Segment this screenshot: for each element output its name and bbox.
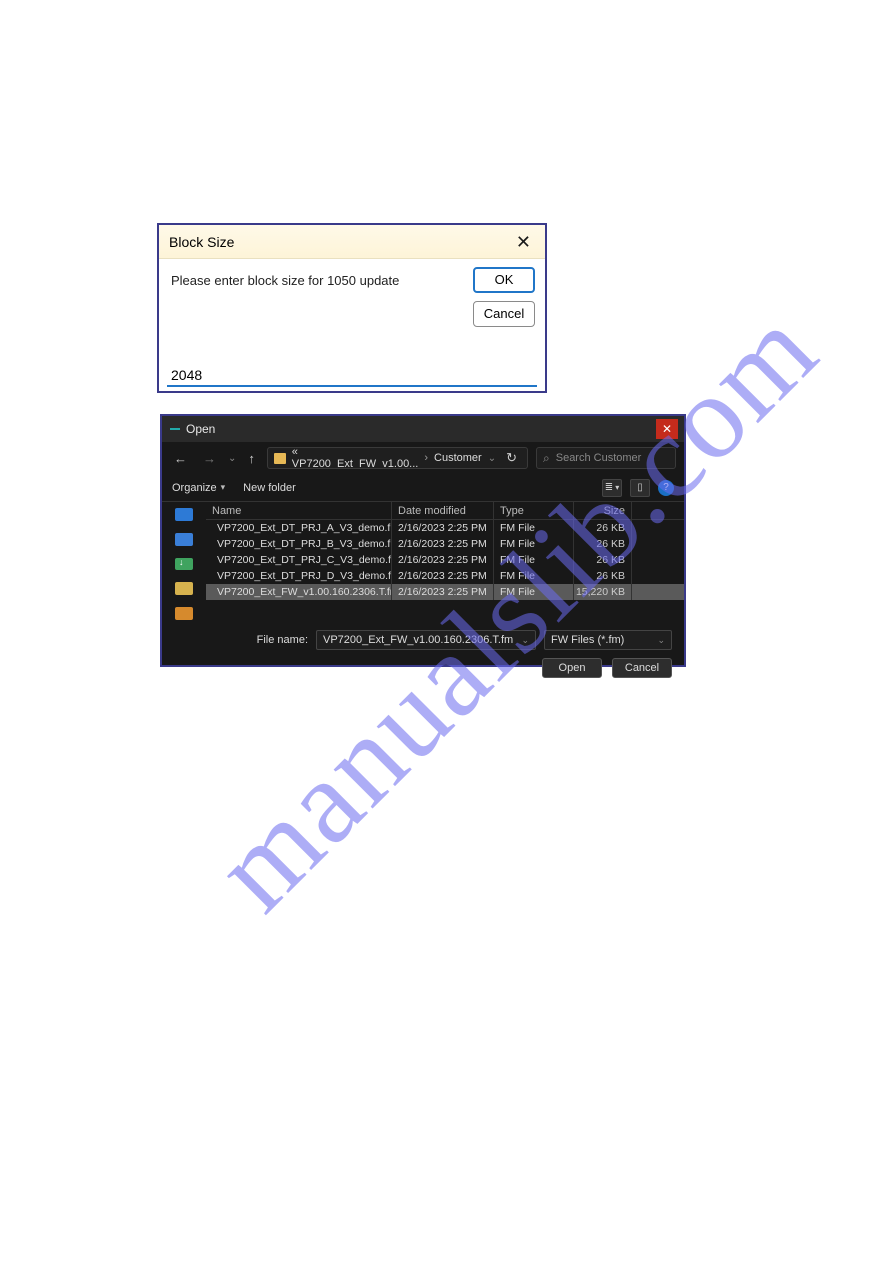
file-name: VP7200_Ext_DT_PRJ_C_V3_demo.fm	[217, 554, 392, 566]
sidebar	[162, 502, 206, 620]
onedrive-icon[interactable]	[175, 508, 193, 521]
up-icon[interactable]: ↑	[244, 449, 259, 468]
refresh-icon[interactable]: ↻	[502, 450, 521, 466]
folder-icon	[274, 453, 286, 464]
dialog-title: Block Size	[169, 234, 234, 250]
file-date: 2/16/2023 2:25 PM	[392, 536, 494, 552]
col-size[interactable]: Size	[574, 502, 632, 519]
view-options-button[interactable]: ≣▾	[602, 479, 622, 497]
file-row[interactable]: VP7200_Ext_DT_PRJ_B_V3_demo.fm2/16/2023 …	[206, 536, 684, 552]
file-list: Name Date modified Type Size VP7200_Ext_…	[206, 502, 684, 620]
chevron-right-icon: ›	[424, 452, 428, 464]
dialog-titlebar: Block Size ✕	[159, 225, 545, 259]
dialog-footer: File name: VP7200_Ext_FW_v1.00.160.2306.…	[162, 620, 684, 686]
file-dialog-titlebar: Open ✕	[162, 416, 684, 442]
file-row[interactable]: VP7200_Ext_FW_v1.00.160.2306.T.fm2/16/20…	[206, 584, 684, 600]
nav-bar: ← → ⌄ ↑ « VP7200_Ext_FW_v1.00... › Custo…	[162, 442, 684, 474]
help-icon[interactable]: ?	[658, 480, 674, 496]
file-size: 26 KB	[574, 552, 632, 568]
app-icon	[170, 428, 180, 430]
block-size-dialog: Block Size ✕ Please enter block size for…	[157, 223, 547, 393]
file-name: VP7200_Ext_FW_v1.00.160.2306.T.fm	[217, 586, 392, 598]
file-size: 15,220 KB	[574, 584, 632, 600]
breadcrumb[interactable]: « VP7200_Ext_FW_v1.00... › Customer ⌄ ↻	[267, 447, 528, 469]
file-name: VP7200_Ext_DT_PRJ_D_V3_demo.fm	[217, 570, 392, 582]
file-type: FM File	[494, 520, 574, 536]
new-folder-button[interactable]: New folder	[243, 482, 296, 494]
file-row[interactable]: VP7200_Ext_DT_PRJ_D_V3_demo.fm2/16/2023 …	[206, 568, 684, 584]
chevron-down-icon: ▾	[221, 482, 226, 493]
cancel-button[interactable]: Cancel	[612, 658, 672, 678]
file-row[interactable]: VP7200_Ext_DT_PRJ_A_V3_demo.fm2/16/2023 …	[206, 520, 684, 536]
preview-pane-button[interactable]: ▯	[630, 479, 650, 497]
file-type: FM File	[494, 584, 574, 600]
forward-icon[interactable]: →	[199, 449, 220, 468]
dialog-buttons: OK Cancel	[473, 267, 535, 327]
search-placeholder: Search Customer	[556, 452, 642, 464]
ok-button[interactable]: OK	[473, 267, 535, 293]
desktop-icon[interactable]	[175, 533, 193, 546]
cancel-button[interactable]: Cancel	[473, 301, 535, 327]
breadcrumb-part: « VP7200_Ext_FW_v1.00...	[292, 447, 419, 469]
file-type: FM File	[494, 568, 574, 584]
path-dropdown-icon[interactable]: ⌄	[488, 453, 496, 464]
file-date: 2/16/2023 2:25 PM	[392, 568, 494, 584]
search-input[interactable]: ⌕ Search Customer	[536, 447, 676, 469]
file-area: Name Date modified Type Size VP7200_Ext_…	[162, 502, 684, 620]
file-name: VP7200_Ext_DT_PRJ_B_V3_demo.fm	[217, 538, 392, 550]
file-size: 26 KB	[574, 568, 632, 584]
file-date: 2/16/2023 2:25 PM	[392, 552, 494, 568]
breadcrumb-part: Customer	[434, 452, 482, 464]
file-size: 26 KB	[574, 520, 632, 536]
file-type: FM File	[494, 552, 574, 568]
filename-label: File name:	[257, 634, 308, 646]
close-icon[interactable]: ✕	[510, 231, 537, 253]
close-icon[interactable]: ✕	[656, 419, 678, 439]
file-type-select[interactable]: FW Files (*.fm) ⌄	[544, 630, 672, 650]
file-type: FM File	[494, 536, 574, 552]
file-size: 26 KB	[574, 536, 632, 552]
filename-input[interactable]: VP7200_Ext_FW_v1.00.160.2306.T.fm ⌄	[316, 630, 536, 650]
file-date: 2/16/2023 2:25 PM	[392, 520, 494, 536]
downloads-icon[interactable]	[175, 558, 193, 571]
footer-buttons: Open Cancel	[174, 658, 672, 678]
file-row[interactable]: VP7200_Ext_DT_PRJ_C_V3_demo.fm2/16/2023 …	[206, 552, 684, 568]
search-icon: ⌕	[543, 451, 550, 466]
chevron-down-icon: ⌄	[657, 635, 665, 646]
pictures-icon[interactable]	[175, 607, 193, 620]
file-dialog-title: Open	[170, 422, 215, 436]
file-date: 2/16/2023 2:25 PM	[392, 584, 494, 600]
toolbar-right: ≣▾ ▯ ?	[602, 479, 674, 497]
toolbar: Organize ▾ New folder ≣▾ ▯ ?	[162, 474, 684, 502]
back-icon[interactable]: ←	[170, 449, 191, 468]
dialog-body: Please enter block size for 1050 update …	[159, 259, 545, 393]
file-type-value: FW Files (*.fm)	[551, 634, 624, 646]
block-size-input[interactable]	[167, 365, 537, 387]
history-dropdown-icon[interactable]: ⌄	[228, 453, 236, 464]
filename-value: VP7200_Ext_FW_v1.00.160.2306.T.fm	[323, 634, 513, 646]
organize-label: Organize	[172, 482, 217, 494]
col-name[interactable]: Name	[206, 502, 392, 519]
col-type[interactable]: Type	[494, 502, 574, 519]
chevron-down-icon[interactable]: ⌄	[521, 635, 529, 646]
open-button[interactable]: Open	[542, 658, 602, 678]
documents-icon[interactable]	[175, 582, 193, 595]
col-date[interactable]: Date modified	[392, 502, 494, 519]
open-file-dialog: Open ✕ ← → ⌄ ↑ « VP7200_Ext_FW_v1.00... …	[160, 414, 686, 667]
organize-button[interactable]: Organize ▾	[172, 482, 225, 494]
file-dialog-title-text: Open	[186, 422, 215, 436]
column-headers: Name Date modified Type Size	[206, 502, 684, 520]
file-name: VP7200_Ext_DT_PRJ_A_V3_demo.fm	[217, 522, 392, 534]
filename-row: File name: VP7200_Ext_FW_v1.00.160.2306.…	[174, 630, 672, 650]
